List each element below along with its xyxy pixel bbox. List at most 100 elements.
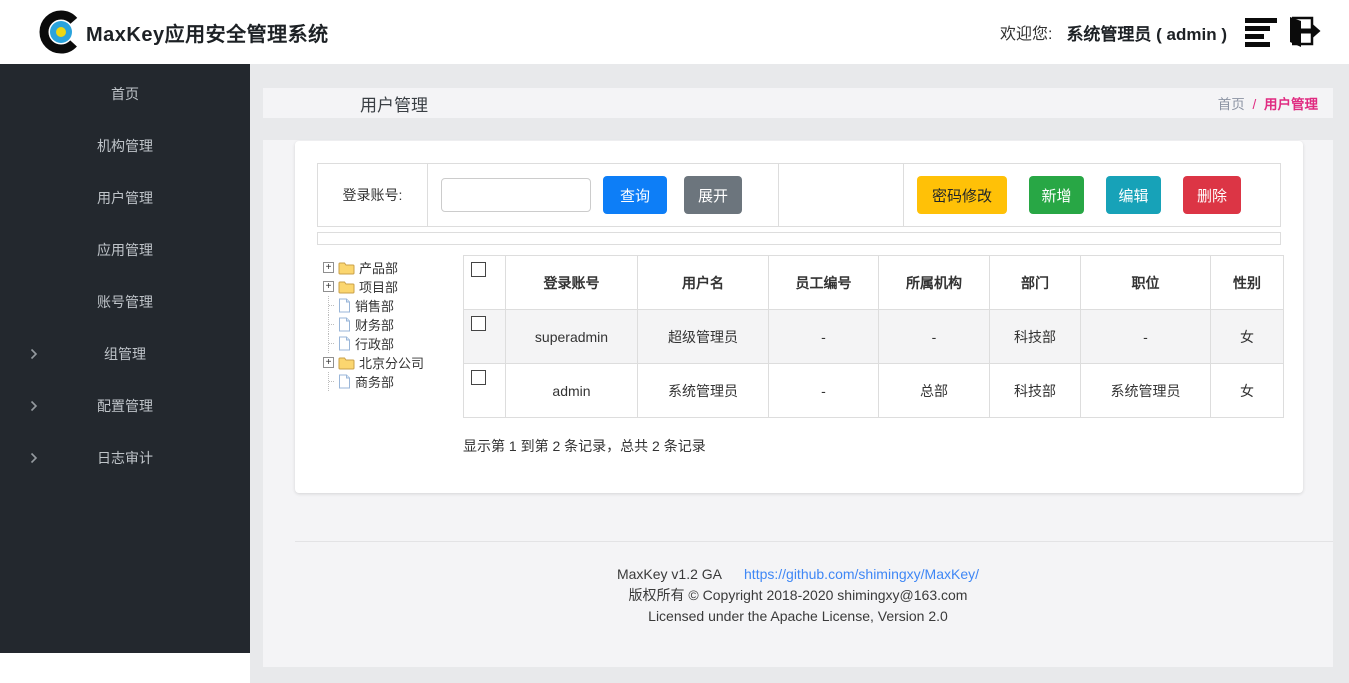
welcome-label: 欢迎您: [1000, 20, 1052, 44]
query-button[interactable]: 查询 [603, 176, 667, 214]
sidebar-item-label: 机构管理 [97, 136, 153, 156]
row-checkbox[interactable] [471, 316, 486, 331]
tree-node-label: 北京分公司 [359, 353, 424, 372]
user-management-card: 登录账号: 查询 展开 密码修改 新增 编辑 删除 [295, 141, 1303, 493]
sidebar-item-log-audit[interactable]: 日志审计 [0, 432, 250, 484]
expand-plus-icon[interactable]: + [323, 281, 334, 292]
tree-node-sales-dept[interactable]: 销售部 [323, 296, 463, 315]
breadcrumb-separator: / [1252, 97, 1256, 112]
page-titlebar: 用户管理 首页 / 用户管理 [263, 88, 1333, 118]
folder-icon [338, 356, 355, 370]
expand-plus-icon[interactable]: + [323, 357, 334, 368]
cell-employee-id: - [769, 364, 879, 418]
sidebar-item-label: 日志审计 [97, 448, 153, 468]
user-area: 欢迎您: 系统管理员 ( admin ) [1000, 15, 1321, 49]
sidebar-item-label: 配置管理 [97, 396, 153, 416]
change-password-button[interactable]: 密码修改 [917, 176, 1007, 214]
select-all-checkbox[interactable] [471, 262, 486, 277]
expand-plus-icon[interactable]: + [323, 262, 334, 273]
breadcrumb-current: 用户管理 [1264, 97, 1318, 112]
current-user: 系统管理员 ( admin ) [1066, 20, 1227, 45]
tree-node-beijing-branch[interactable]: + 北京分公司 [323, 353, 463, 372]
expand-button[interactable]: 展开 [684, 176, 742, 214]
cell-employee-id: - [769, 310, 879, 364]
edit-button[interactable]: 编辑 [1106, 176, 1161, 214]
tree-node-admin-dept[interactable]: 行政部 [323, 334, 463, 353]
tree-node-label: 财务部 [355, 315, 394, 334]
folder-icon [338, 280, 355, 294]
content-panel: 登录账号: 查询 展开 密码修改 新增 编辑 删除 [263, 140, 1333, 667]
cell-position: 系统管理员 [1081, 364, 1211, 418]
github-link[interactable]: https://github.com/shimingxy/MaxKey/ [744, 566, 979, 582]
column-header: 用户名 [638, 256, 769, 310]
tree-node-product-dept[interactable]: + 产品部 [323, 258, 463, 277]
list-icon[interactable] [1245, 17, 1279, 47]
table-header-row: 登录账号 用户名 员工编号 所属机构 部门 职位 性别 [464, 256, 1284, 310]
chevron-right-icon [30, 400, 38, 412]
cell-organization: - [879, 310, 990, 364]
tree-node-label: 产品部 [359, 258, 398, 277]
tree-node-business-dept[interactable]: 商务部 [323, 372, 463, 391]
breadcrumb: 首页 / 用户管理 [1218, 93, 1318, 113]
login-account-label: 登录账号: [318, 164, 428, 226]
user-table: 登录账号 用户名 员工编号 所属机构 部门 职位 性别 superadmin [463, 255, 1284, 418]
tree-node-label: 商务部 [355, 372, 394, 391]
cell-login-account: admin [506, 364, 638, 418]
table-toolbar-strip [317, 232, 1281, 245]
record-summary: 显示第 1 到第 2 条记录，总共 2 条记录 [463, 436, 706, 456]
tree-node-label: 项目部 [359, 277, 398, 296]
page-title: 用户管理 [360, 91, 428, 116]
cell-username: 系统管理员 [638, 364, 769, 418]
sidebar-item-label: 账号管理 [97, 292, 153, 312]
page-footer: MaxKey v1.2 GA https://github.com/shiming… [263, 564, 1333, 627]
tree-node-finance-dept[interactable]: 财务部 [323, 315, 463, 334]
table-row[interactable]: admin 系统管理员 - 总部 科技部 系统管理员 女 [464, 364, 1284, 418]
sidebar-item-org-management[interactable]: 机构管理 [0, 120, 250, 172]
action-buttons: 密码修改 新增 编辑 删除 [904, 164, 1280, 226]
copyright-text: 版权所有 © Copyright 2018-2020 shimingxy@163… [263, 585, 1333, 606]
sidebar-item-user-management[interactable]: 用户管理 [0, 172, 250, 224]
maxkey-app: MaxKey应用安全管理系统 欢迎您: 系统管理员 ( admin ) [0, 0, 1349, 683]
chevron-right-icon [30, 348, 38, 360]
breadcrumb-home-link[interactable]: 首页 [1218, 97, 1245, 112]
sidebar-item-group-management[interactable]: 组管理 [0, 328, 250, 380]
add-button[interactable]: 新增 [1029, 176, 1084, 214]
logout-icon[interactable] [1283, 15, 1321, 49]
app-header: MaxKey应用安全管理系统 欢迎您: 系统管理员 ( admin ) [0, 0, 1349, 64]
file-icon [338, 298, 351, 313]
login-account-input[interactable] [441, 178, 591, 212]
tree-connector [323, 372, 336, 391]
maxkey-logo-icon [38, 9, 84, 55]
sidebar-item-app-management[interactable]: 应用管理 [0, 224, 250, 276]
file-icon [338, 336, 351, 351]
file-icon [338, 317, 351, 332]
sidebar-item-label: 组管理 [104, 344, 146, 364]
sidebar-item-label: 用户管理 [97, 188, 153, 208]
tree-node-label: 行政部 [355, 334, 394, 353]
brand: MaxKey应用安全管理系统 [34, 9, 329, 55]
product-version: MaxKey v1.2 GA [617, 566, 722, 582]
footer-divider [295, 541, 1333, 542]
sidebar-item-account-management[interactable]: 账号管理 [0, 276, 250, 328]
sidebar-item-home[interactable]: 首页 [0, 68, 250, 120]
cell-position: - [1081, 310, 1211, 364]
tree-connector [323, 334, 336, 353]
sidebar-item-config-management[interactable]: 配置管理 [0, 380, 250, 432]
file-icon [338, 374, 351, 389]
column-header: 性别 [1211, 256, 1284, 310]
license-text: Licensed under the Apache License, Versi… [263, 606, 1333, 627]
search-toolbar: 登录账号: 查询 展开 密码修改 新增 编辑 删除 [317, 163, 1281, 227]
tree-connector [323, 296, 336, 315]
tree-connector [323, 315, 336, 334]
cell-login-account: superadmin [506, 310, 638, 364]
cell-department: 科技部 [990, 364, 1081, 418]
tree-node-project-dept[interactable]: + 项目部 [323, 277, 463, 296]
delete-button[interactable]: 删除 [1183, 176, 1241, 214]
org-tree: + 产品部 + 项目部 销售部 [323, 258, 463, 391]
row-checkbox[interactable] [471, 370, 486, 385]
column-header: 员工编号 [769, 256, 879, 310]
column-header: 登录账号 [506, 256, 638, 310]
cell-gender: 女 [1211, 310, 1284, 364]
main-area: 用户管理 首页 / 用户管理 登录账号: 查询 展开 [250, 64, 1349, 683]
table-row[interactable]: superadmin 超级管理员 - - 科技部 - 女 [464, 310, 1284, 364]
